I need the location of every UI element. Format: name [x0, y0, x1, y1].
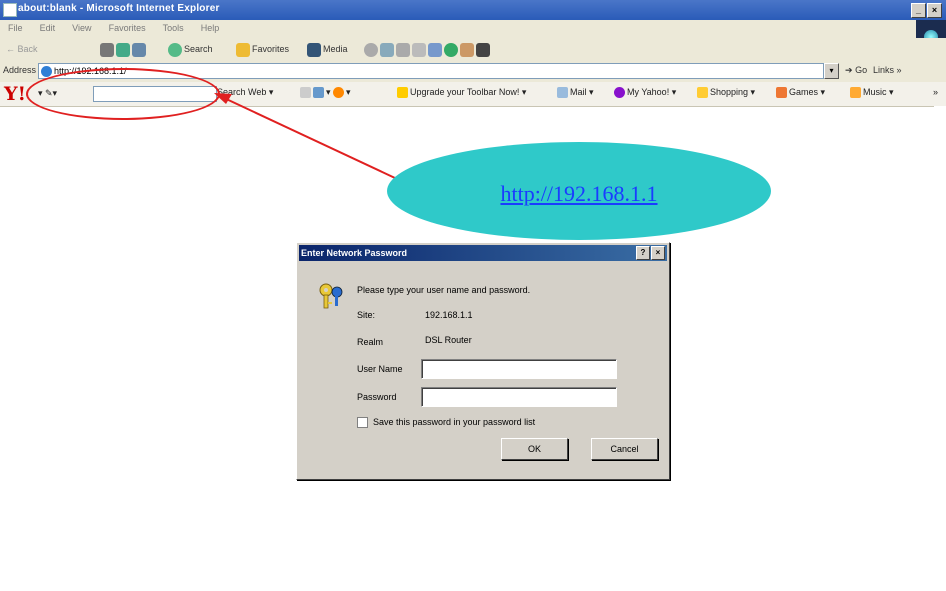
username-label: User Name [357, 364, 403, 374]
realm-value: DSL Router [425, 335, 472, 345]
dialog-help-button[interactable]: ? [636, 246, 650, 260]
save-password-label: Save this password in your password list [373, 417, 536, 427]
dialog-prompt: Please type your user name and password. [357, 285, 531, 295]
save-password-checkbox[interactable] [357, 417, 368, 428]
site-label: Site: [357, 310, 376, 320]
password-label: Password [357, 392, 397, 402]
password-input[interactable] [421, 387, 617, 407]
annotation-arrow-head [214, 93, 232, 104]
site-value: 192.168.1.1 [425, 310, 473, 320]
callout-bubble: http://192.168.1.1 [387, 142, 771, 240]
keys-icon [319, 283, 343, 309]
dialog-title: Enter Network Password [301, 248, 408, 258]
cancel-button[interactable]: Cancel [591, 438, 658, 460]
dialog-close-button[interactable]: × [651, 246, 665, 260]
username-input[interactable] [421, 359, 617, 379]
callout-url-link[interactable]: http://192.168.1.1 [387, 181, 771, 207]
annotation-arrow-line [221, 96, 396, 179]
ok-button[interactable]: OK [501, 438, 568, 460]
realm-label: Realm [357, 337, 384, 347]
network-password-dialog: Enter Network Password ? × Please type y… [296, 242, 670, 480]
dialog-title-bar: Enter Network Password ? × [299, 245, 667, 261]
